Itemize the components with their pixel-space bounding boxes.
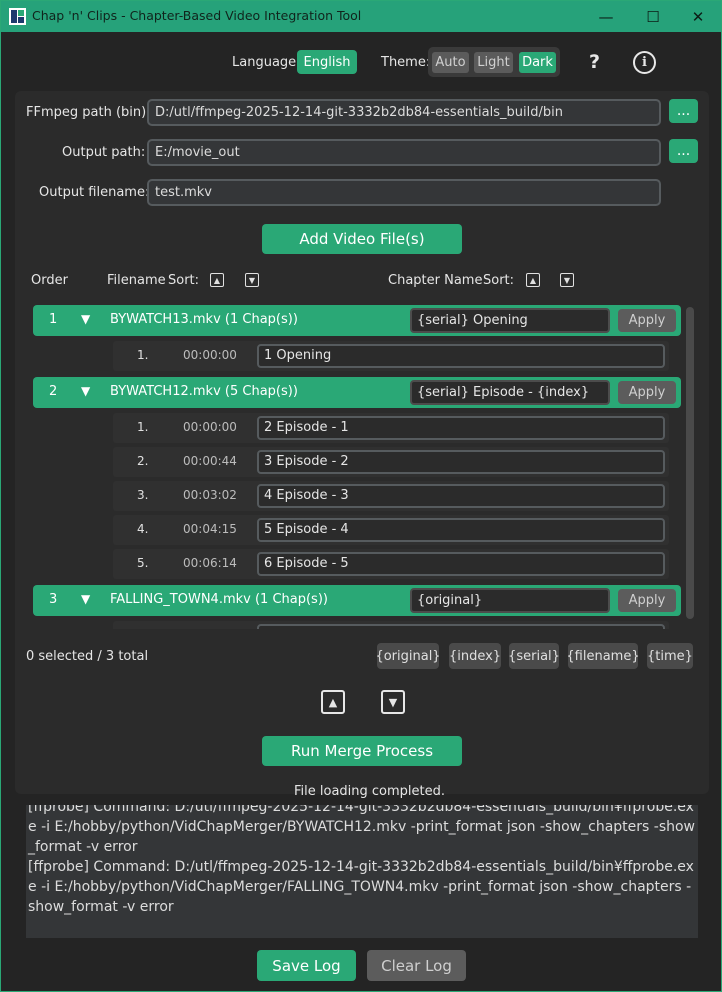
chapter-name-input[interactable]: 1 Opening <box>257 344 665 368</box>
chapter-time: 00:00:00 <box>183 420 237 434</box>
output-filename-input[interactable]: test.mkv <box>147 179 661 206</box>
chapter-time: 00:00:00 <box>183 348 237 362</box>
chapter-number: 3. <box>137 488 149 502</box>
file-name: FALLING_TOWN4.mkv (1 Chap(s)) <box>110 592 328 607</box>
sort-ascending-icon[interactable]: ▲ <box>210 273 224 287</box>
file-order: 2 <box>49 384 58 399</box>
chapter-name-input <box>257 624 665 629</box>
token-filename-button[interactable]: {filename} <box>566 643 640 669</box>
status-text: File loading completed. <box>294 784 446 799</box>
apply-button[interactable]: Apply <box>618 381 676 404</box>
move-down-icon[interactable]: ▼ <box>381 690 405 714</box>
chapter-row[interactable]: 1. 00:00:00 2 Episode - 1 <box>113 413 669 443</box>
language-label: Language: <box>232 55 301 70</box>
close-icon: ✕ <box>691 7 705 26</box>
add-video-files-button[interactable]: Add Video File(s) <box>262 224 462 254</box>
chapter-sort-ascending-icon[interactable]: ▲ <box>526 273 540 287</box>
file-row[interactable]: 1 ▼ BYWATCH13.mkv (1 Chap(s)) {serial} O… <box>33 305 681 336</box>
file-list[interactable]: 1 ▼ BYWATCH13.mkv (1 Chap(s)) {serial} O… <box>33 303 681 629</box>
chapter-name-input[interactable]: 2 Episode - 1 <box>257 416 665 440</box>
chapter-name-input[interactable]: 3 Episode - 2 <box>257 450 665 474</box>
chapter-sort-descending-icon[interactable]: ▼ <box>560 273 574 287</box>
ffmpeg-path-label: FFmpeg path (bin): <box>26 105 151 120</box>
log-line: [ffprobe] Command: D:/utl/ffmpeg-2025-12… <box>28 805 695 855</box>
help-icon[interactable]: ? <box>589 51 600 73</box>
token-index-button[interactable]: {index} <box>449 643 501 669</box>
list-scrollbar[interactable] <box>686 307 694 619</box>
minimize-icon: — <box>598 7 614 26</box>
token-serial-button[interactable]: {serial} <box>508 643 560 669</box>
log-line: [ffprobe] Command: D:/utl/ffmpeg-2025-12… <box>28 859 694 915</box>
output-path-input[interactable]: E:/movie_out <box>147 139 661 166</box>
chapter-number: 4. <box>137 522 149 536</box>
clear-log-button[interactable]: Clear Log <box>367 950 466 981</box>
chapter-number: 5. <box>137 556 149 570</box>
chapter-number: 1. <box>137 348 149 362</box>
collapse-toggle-icon[interactable]: ▼ <box>81 592 90 606</box>
file-order: 1 <box>49 312 58 327</box>
apply-button[interactable]: Apply <box>618 589 676 612</box>
log-output[interactable]: [ffprobe] Command: D:/utl/ffmpeg-2025-12… <box>26 805 698 938</box>
chapter-row[interactable]: 1. 00:00:00 1 Opening <box>113 341 669 371</box>
output-path-label: Output path: <box>62 145 146 160</box>
token-original-button[interactable]: {original} <box>375 643 441 669</box>
chapter-template-input[interactable]: {original} <box>410 588 610 613</box>
chapter-number: 1. <box>137 420 149 434</box>
collapse-toggle-icon[interactable]: ▼ <box>81 384 90 398</box>
chapter-name-column-header: Chapter Name <box>388 273 483 288</box>
chapter-row[interactable]: 5. 00:06:14 6 Episode - 5 <box>113 549 669 579</box>
maximize-icon: ☐ <box>646 7 660 26</box>
order-column-header: Order <box>31 273 68 288</box>
file-row[interactable]: 2 ▼ BYWATCH12.mkv (5 Chap(s)) {serial} E… <box>33 377 681 408</box>
chapter-name-input[interactable]: 5 Episode - 4 <box>257 518 665 542</box>
theme-label: Theme: <box>381 55 431 70</box>
language-select[interactable]: English <box>297 50 357 74</box>
theme-option-light[interactable]: Light <box>474 52 513 73</box>
filename-column-header: Filename <box>107 273 166 288</box>
file-row[interactable]: 3 ▼ FALLING_TOWN4.mkv (1 Chap(s)) {origi… <box>33 585 681 616</box>
chapter-name-input[interactable]: 4 Episode - 3 <box>257 484 665 508</box>
app-logo-icon <box>9 8 26 25</box>
chapter-time: 00:03:02 <box>183 488 237 502</box>
output-browse-button[interactable]: ... <box>669 139 698 163</box>
theme-option-auto[interactable]: Auto <box>432 52 469 73</box>
close-window-button[interactable]: ✕ <box>675 1 721 32</box>
chapter-template-input[interactable]: {serial} Episode - {index} <box>410 380 610 405</box>
file-name: BYWATCH12.mkv (5 Chap(s)) <box>110 384 298 399</box>
maximize-button[interactable]: ☐ <box>630 1 676 32</box>
save-log-button[interactable]: Save Log <box>257 950 356 981</box>
apply-button[interactable]: Apply <box>618 309 676 332</box>
chapter-time: 00:00:44 <box>183 454 237 468</box>
log-content: [ffprobe] Command: D:/utl/ffmpeg-2025-12… <box>28 805 698 917</box>
chapter-row-partial <box>113 621 669 629</box>
info-icon[interactable]: i <box>633 51 656 74</box>
ffmpeg-path-input[interactable]: D:/utl/ffmpeg-2025-12-14-git-3332b2db84-… <box>147 99 661 126</box>
window-title: Chap 'n' Clips - Chapter-Based Video Int… <box>32 8 362 23</box>
chapter-number: 2. <box>137 454 149 468</box>
chapter-row[interactable]: 4. 00:04:15 5 Episode - 4 <box>113 515 669 545</box>
file-name: BYWATCH13.mkv (1 Chap(s)) <box>110 312 298 327</box>
theme-segmented-control: Auto Light Dark <box>428 47 560 77</box>
sort-descending-icon[interactable]: ▼ <box>245 273 259 287</box>
chapter-sort-label: Sort: <box>483 273 515 288</box>
filename-sort-label: Sort: <box>168 273 200 288</box>
ffmpeg-browse-button[interactable]: ... <box>669 99 698 123</box>
chapter-template-input[interactable]: {serial} Opening <box>410 308 610 333</box>
chapter-row[interactable]: 2. 00:00:44 3 Episode - 2 <box>113 447 669 477</box>
collapse-toggle-icon[interactable]: ▼ <box>81 312 90 326</box>
token-time-button[interactable]: {time} <box>647 643 693 669</box>
chapter-row[interactable]: 3. 00:03:02 4 Episode - 3 <box>113 481 669 511</box>
file-order: 3 <box>49 592 58 607</box>
chapter-time: 00:04:15 <box>183 522 237 536</box>
title-bar[interactable]: Chap 'n' Clips - Chapter-Based Video Int… <box>1 1 721 32</box>
output-filename-label: Output filename: <box>39 185 150 200</box>
run-merge-button[interactable]: Run Merge Process <box>262 736 462 766</box>
selection-status: 0 selected / 3 total <box>26 649 149 664</box>
chapter-time: 00:06:14 <box>183 556 237 570</box>
app-window: Chap 'n' Clips - Chapter-Based Video Int… <box>0 0 722 992</box>
minimize-button[interactable]: — <box>583 1 629 32</box>
theme-option-dark[interactable]: Dark <box>519 52 556 73</box>
chapter-name-input[interactable]: 6 Episode - 5 <box>257 552 665 576</box>
move-up-icon[interactable]: ▲ <box>321 690 345 714</box>
